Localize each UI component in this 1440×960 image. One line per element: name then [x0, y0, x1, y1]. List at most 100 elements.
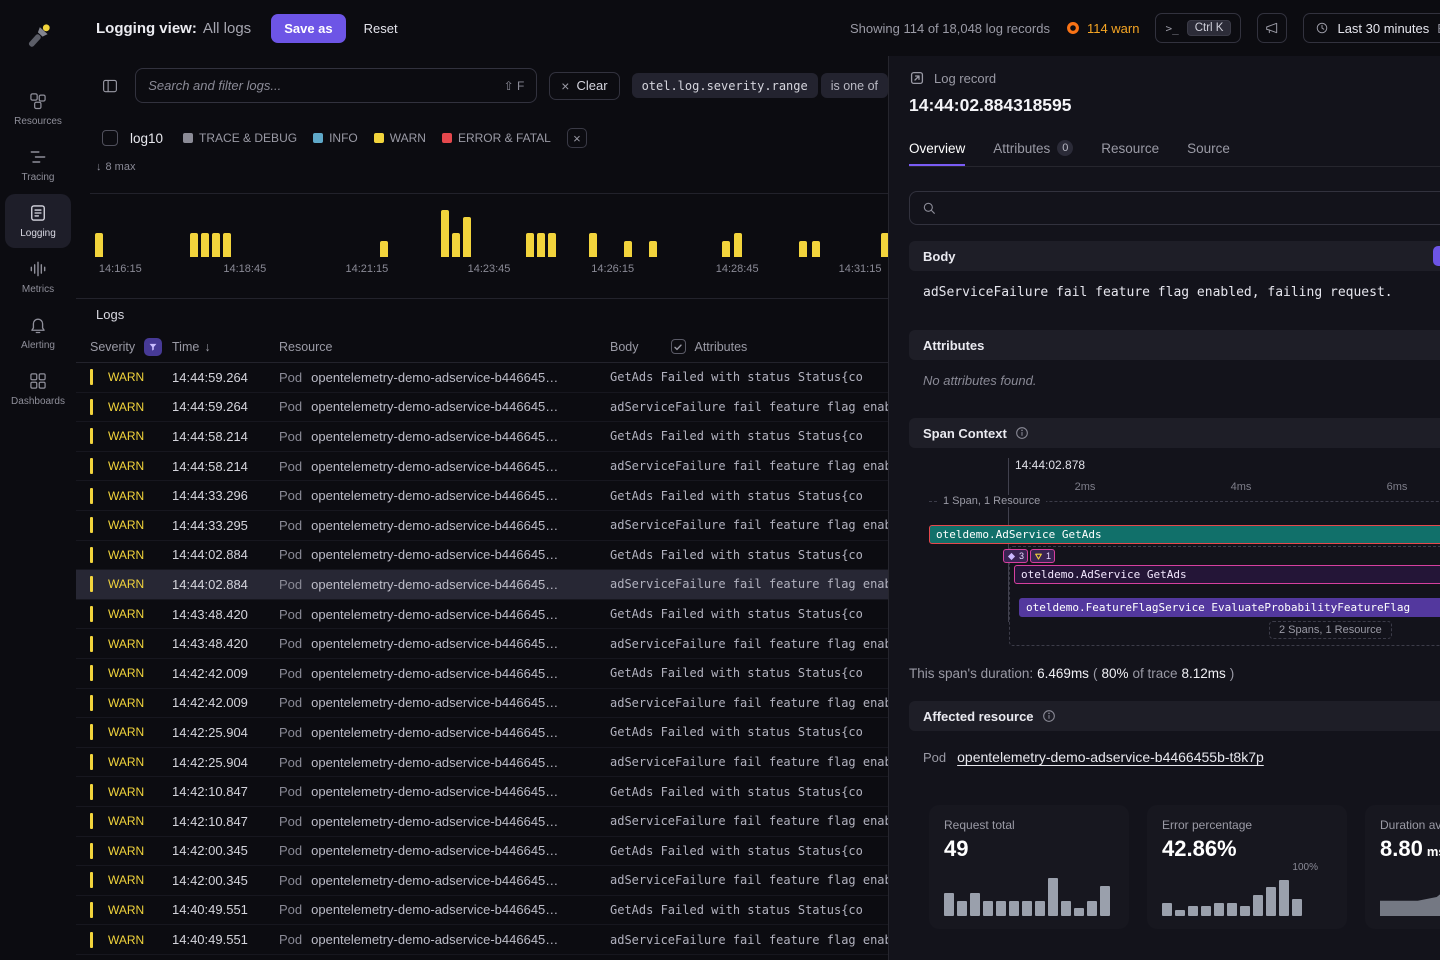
histogram-bar[interactable]: [190, 233, 198, 257]
tab-overview[interactable]: Overview: [909, 140, 965, 166]
severity-label: WARN: [108, 459, 144, 473]
span-group-label-bottom: 2 Spans, 1 Resource: [1269, 621, 1392, 639]
log-row[interactable]: WARN14:43:48.420Podopentelemetry-demo-ad…: [76, 629, 888, 659]
column-severity[interactable]: Severity: [76, 338, 172, 356]
command-palette-button[interactable]: >_ Ctrl K: [1155, 13, 1241, 43]
log-row[interactable]: WARN14:42:25.904Podopentelemetry-demo-ad…: [76, 748, 888, 778]
tab-source[interactable]: Source: [1187, 140, 1230, 166]
dataset-checkbox[interactable]: [102, 130, 118, 146]
severity-label: WARN: [108, 873, 144, 887]
histogram-bar[interactable]: [212, 233, 220, 257]
log-row[interactable]: WARN14:44:33.295Podopentelemetry-demo-ad…: [76, 511, 888, 541]
histogram-bar[interactable]: [722, 241, 730, 257]
info-icon[interactable]: [1042, 709, 1056, 723]
histogram-bar[interactable]: [380, 241, 388, 257]
log-row[interactable]: WARN14:42:42.009Podopentelemetry-demo-ad…: [76, 659, 888, 689]
reset-button[interactable]: Reset: [364, 21, 398, 36]
log-row[interactable]: WARN14:40:49.551Podopentelemetry-demo-ad…: [76, 896, 888, 926]
clear-filters-button[interactable]: × Clear: [549, 72, 619, 100]
log-resource: Podopentelemetry-demo-adservice-b4466455…: [279, 399, 610, 414]
span-bar-featureflag[interactable]: oteldemo.FeatureFlagService EvaluateProb…: [1019, 598, 1440, 617]
severity-label: WARN: [108, 429, 144, 443]
legend-label: ERROR & FATAL: [458, 131, 551, 145]
histogram-bar[interactable]: [548, 233, 556, 257]
pod-link[interactable]: opentelemetry-demo-adservice-b4466455b-t…: [957, 749, 1264, 765]
search-input[interactable]: Search and filter logs... ⇧ F: [135, 68, 537, 103]
column-time[interactable]: Time↓: [172, 340, 279, 354]
legend-item[interactable]: ERROR & FATAL: [442, 131, 551, 145]
log-row[interactable]: WARN14:44:58.214Podopentelemetry-demo-ad…: [76, 452, 888, 482]
histogram-bar[interactable]: [452, 233, 460, 257]
legend-label: TRACE & DEBUG: [199, 131, 297, 145]
sidebar-item-logging[interactable]: Logging: [5, 194, 71, 248]
log-row[interactable]: WARN: [76, 955, 888, 960]
column-body[interactable]: Body Attributes: [610, 339, 888, 354]
log-row[interactable]: WARN14:44:02.884Podopentelemetry-demo-ad…: [76, 570, 888, 600]
sidebar-item-resources[interactable]: Resources: [5, 82, 71, 136]
log-row[interactable]: WARN14:42:00.345Podopentelemetry-demo-ad…: [76, 837, 888, 867]
mini-bar: [983, 901, 993, 916]
histogram-bar[interactable]: [95, 233, 103, 257]
log-row[interactable]: WARN14:42:00.345Podopentelemetry-demo-ad…: [76, 866, 888, 896]
sidebar-item-alerting[interactable]: Alerting: [5, 306, 71, 360]
span-bar-getads[interactable]: oteldemo.AdService GetAds: [929, 525, 1440, 544]
severity-filter-icon[interactable]: [144, 338, 162, 356]
body-action-badge[interactable]: [1433, 246, 1440, 266]
log-row[interactable]: WARN14:44:59.264Podopentelemetry-demo-ad…: [76, 363, 888, 393]
log-row[interactable]: WARN14:42:10.847Podopentelemetry-demo-ad…: [76, 777, 888, 807]
column-resource[interactable]: Resource: [279, 340, 610, 354]
log-row[interactable]: WARN14:44:02.884Podopentelemetry-demo-ad…: [76, 541, 888, 571]
sidebar-item-dashboards[interactable]: Dashboards: [5, 362, 71, 416]
collapse-panel-button[interactable]: [96, 71, 123, 101]
histogram-bar[interactable]: [463, 217, 471, 257]
log-row[interactable]: WARN14:44:33.296Podopentelemetry-demo-ad…: [76, 481, 888, 511]
histogram-bar[interactable]: [526, 233, 534, 257]
span-bar-getads-child[interactable]: oteldemo.AdService GetAds: [1014, 565, 1440, 584]
log-row[interactable]: WARN14:42:10.847Podopentelemetry-demo-ad…: [76, 807, 888, 837]
shortcut-keycap: Ctrl K: [1187, 20, 1232, 36]
histogram-bar[interactable]: [201, 233, 209, 257]
legend-item[interactable]: TRACE & DEBUG: [183, 131, 297, 145]
histogram-bar[interactable]: [799, 241, 807, 257]
attributes-checkbox[interactable]: [671, 339, 686, 354]
sidebar-item-metrics[interactable]: Metrics: [5, 250, 71, 304]
time-range-picker[interactable]: Last 30 minutes Europ: [1303, 13, 1440, 43]
histogram-bar[interactable]: [624, 241, 632, 257]
histogram-bar[interactable]: [537, 233, 545, 257]
log-row[interactable]: WARN14:40:49.551Podopentelemetry-demo-ad…: [76, 925, 888, 955]
log-row[interactable]: WARN14:42:25.904Podopentelemetry-demo-ad…: [76, 718, 888, 748]
tab-resource[interactable]: Resource: [1101, 140, 1159, 166]
log-row[interactable]: WARN14:44:59.264Podopentelemetry-demo-ad…: [76, 393, 888, 423]
histogram-bar[interactable]: [223, 233, 231, 257]
logo[interactable]: [19, 18, 57, 56]
warn-indicator[interactable]: 114 warn: [1066, 21, 1140, 36]
mini-bar: [1227, 903, 1237, 916]
filter-chip-field[interactable]: otel.log.severity.range: [632, 73, 818, 98]
histogram-bar[interactable]: [589, 233, 597, 257]
log-row[interactable]: WARN14:43:48.420Podopentelemetry-demo-ad…: [76, 600, 888, 630]
filter-chip-operator[interactable]: is one of: [821, 73, 888, 98]
legend-close-button[interactable]: ×: [567, 128, 587, 148]
detail-search-input[interactable]: [909, 191, 1440, 225]
tab-attributes[interactable]: Attributes0: [993, 140, 1073, 166]
histogram-bar[interactable]: [734, 233, 742, 257]
histogram-bar[interactable]: [812, 241, 820, 257]
save-as-button[interactable]: Save as: [271, 14, 345, 43]
severity-bar: [90, 902, 93, 918]
announcements-button[interactable]: [1257, 13, 1287, 43]
log-row[interactable]: WARN14:42:42.009Podopentelemetry-demo-ad…: [76, 689, 888, 719]
log-row[interactable]: WARN14:44:58.214Podopentelemetry-demo-ad…: [76, 422, 888, 452]
histogram-bar[interactable]: [649, 241, 657, 257]
span-badges[interactable]: 3 1: [1003, 549, 1055, 563]
dashboards-icon: [28, 371, 48, 391]
legend-item[interactable]: INFO: [313, 131, 358, 145]
log-body: adServiceFailure fail feature flag enabl…: [610, 637, 888, 651]
info-icon[interactable]: [1015, 426, 1029, 440]
legend-item[interactable]: WARN: [374, 131, 426, 145]
x-axis-tick: 14:31:15: [839, 263, 882, 275]
histogram-max-label: ↓ 8 max: [96, 160, 888, 174]
time-range-label: Last 30 minutes: [1337, 21, 1429, 36]
sidebar-item-tracing[interactable]: Tracing: [5, 138, 71, 192]
record-count-text: Showing 114 of 18,048 log records: [850, 21, 1050, 36]
histogram-bar[interactable]: [441, 210, 449, 257]
